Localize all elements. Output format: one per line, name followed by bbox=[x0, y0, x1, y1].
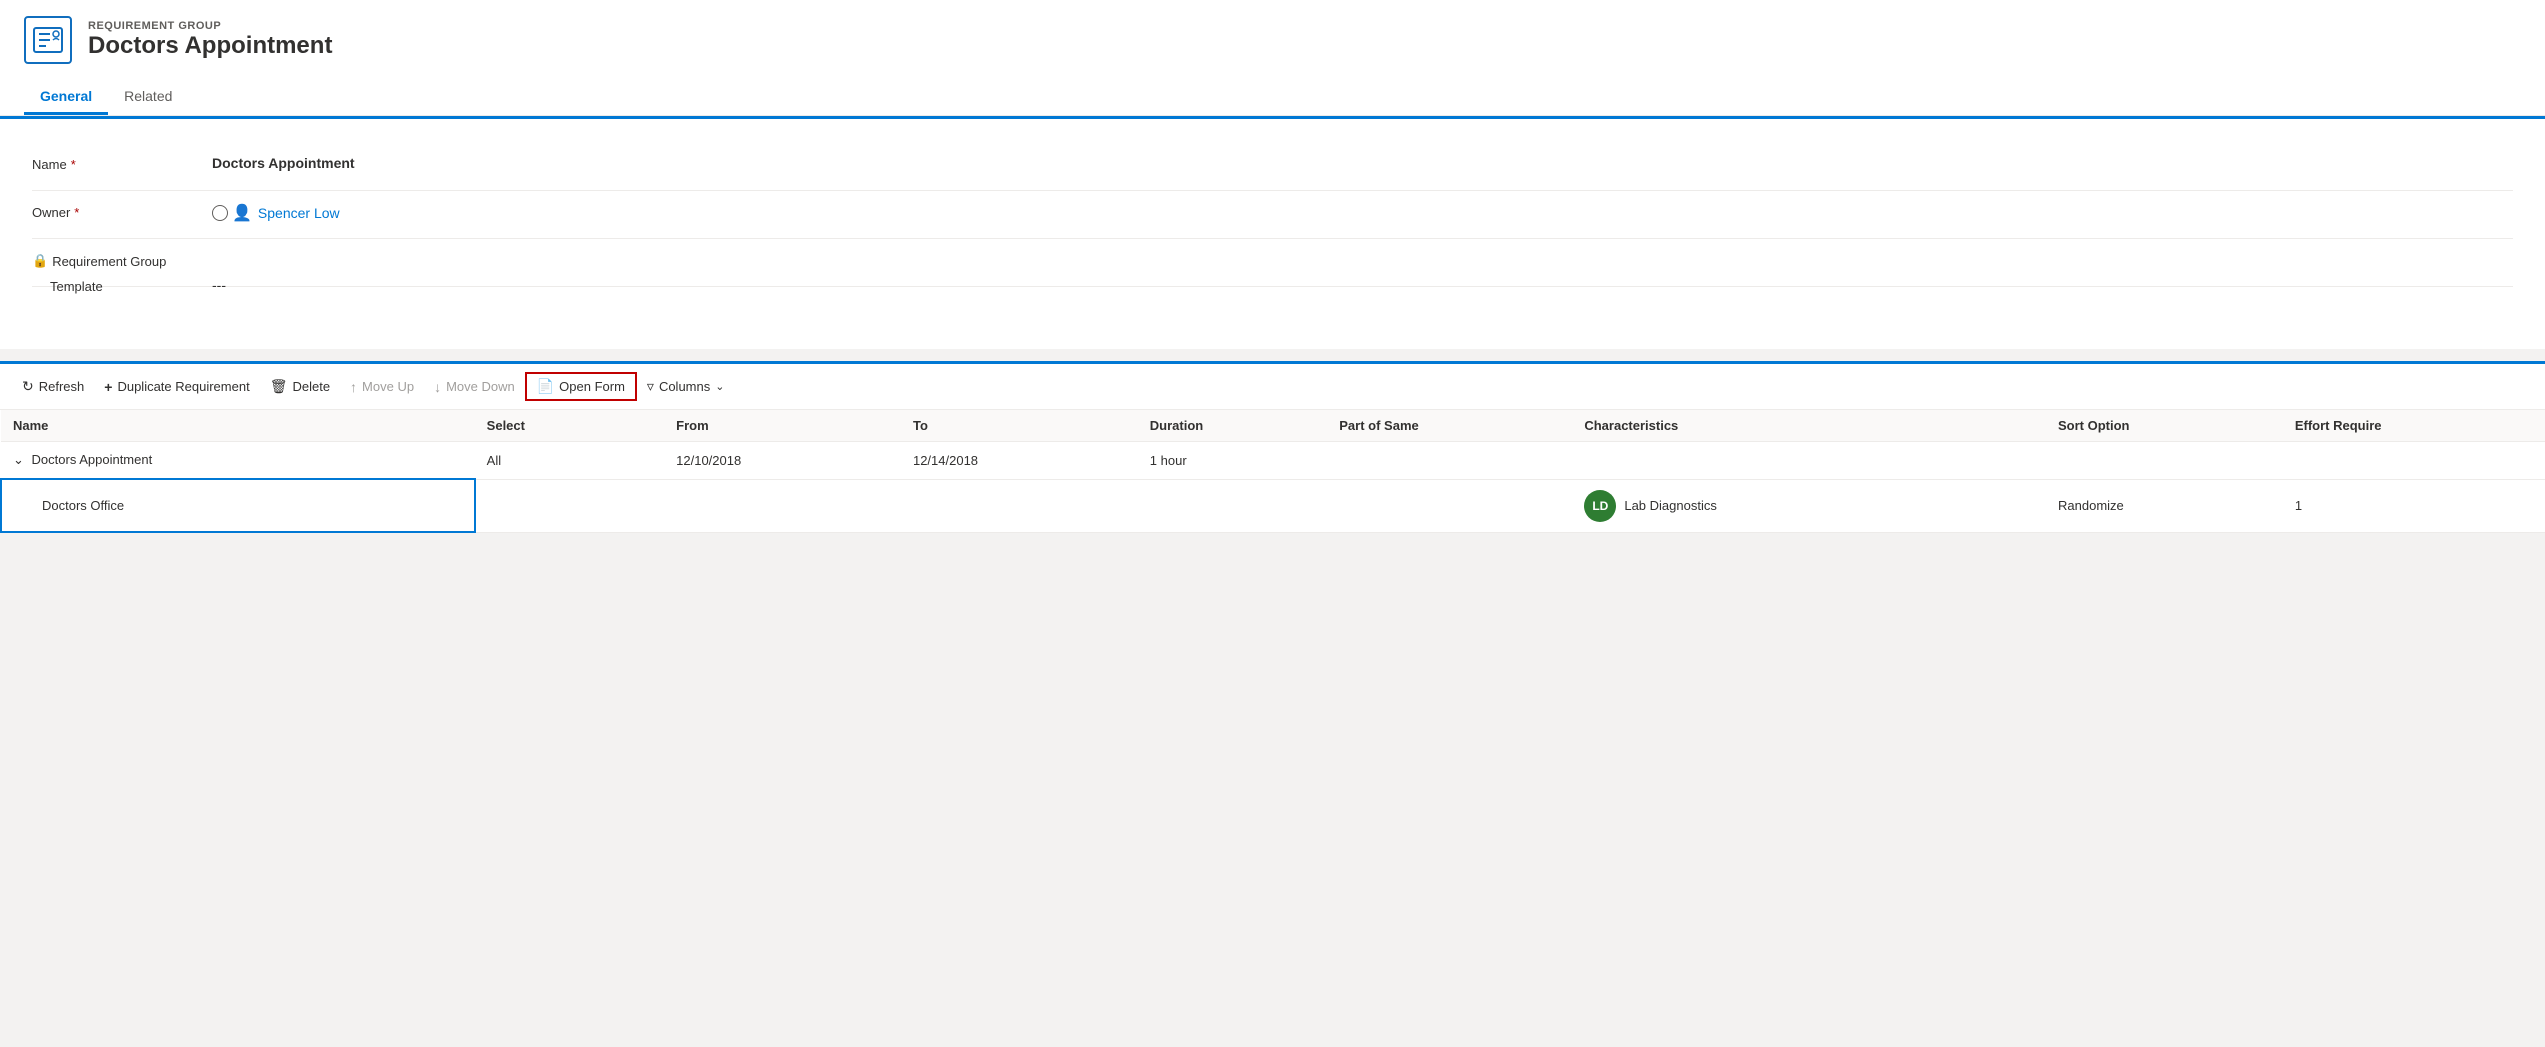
table-row[interactable]: ⌄ Doctors Appointment All 12/10/2018 12/… bbox=[1, 442, 2545, 480]
cell-characteristics-row1 bbox=[1572, 442, 2046, 480]
cell-characteristics-row2: LD Lab Diagnostics bbox=[1572, 479, 2046, 532]
header-top: REQUIREMENT GROUP Doctors Appointment bbox=[24, 16, 2521, 72]
cell-effort-row2: 1 bbox=[2283, 479, 2545, 532]
cell-name-row2: Doctors Office bbox=[1, 479, 475, 532]
cell-sort-row2: Randomize bbox=[2046, 479, 2283, 532]
field-name: Name * Doctors Appointment bbox=[32, 143, 2513, 191]
col-header-from: From bbox=[664, 410, 901, 442]
duplicate-requirement-button[interactable]: + Duplicate Requirement bbox=[94, 373, 259, 401]
cell-select-row1: All bbox=[475, 442, 664, 480]
grid-section: ↻ Refresh + Duplicate Requirement 🗑 Dele… bbox=[0, 361, 2545, 533]
chevron-icon: ⌄ bbox=[13, 452, 24, 467]
field-label-template2: Template bbox=[32, 277, 212, 294]
header-title: Doctors Appointment bbox=[88, 32, 332, 60]
table-row[interactable]: Doctors Office LD Lab Diagnostics Random… bbox=[1, 479, 2545, 532]
col-header-sort: Sort Option bbox=[2046, 410, 2283, 442]
owner-link[interactable]: Spencer Low bbox=[258, 205, 340, 221]
refresh-icon: ↻ bbox=[22, 378, 34, 395]
tabs-bar: General Related bbox=[24, 80, 2521, 115]
field-value-name[interactable]: Doctors Appointment bbox=[212, 155, 2513, 171]
data-table: Name Select From To Duration Part of Sam… bbox=[0, 410, 2545, 533]
cell-from-row2 bbox=[664, 479, 901, 532]
cell-duration-row1: 1 hour bbox=[1138, 442, 1327, 480]
cell-effort-row1 bbox=[2283, 442, 2545, 480]
tab-general[interactable]: General bbox=[24, 80, 108, 115]
trash-icon: 🗑 bbox=[270, 378, 288, 395]
required-star-name: * bbox=[71, 157, 76, 172]
required-star-owner: * bbox=[74, 205, 79, 220]
col-header-select: Select bbox=[475, 410, 664, 442]
move-up-button[interactable]: ↑ Move Up bbox=[340, 373, 424, 401]
cell-part-of-same-row2 bbox=[1327, 479, 1572, 532]
person-icon: 👤 bbox=[232, 203, 252, 223]
form-icon: 📄 bbox=[537, 378, 554, 395]
avatar-ld: LD bbox=[1584, 490, 1616, 522]
open-form-button[interactable]: 📄 Open Form bbox=[525, 372, 637, 401]
chevron-down-icon: ⌄ bbox=[715, 380, 724, 393]
col-header-name: Name bbox=[1, 410, 475, 442]
characteristics-cell: LD Lab Diagnostics bbox=[1584, 490, 2034, 522]
field-label-owner: Owner * bbox=[32, 203, 212, 220]
col-header-part-of-same: Part of Same bbox=[1327, 410, 1572, 442]
move-down-button[interactable]: ↓ Move Down bbox=[424, 373, 525, 401]
field-label-name: Name * bbox=[32, 155, 212, 172]
field-value-template-dash: --- bbox=[212, 277, 2513, 293]
cell-sort-row1 bbox=[2046, 442, 2283, 480]
arrow-up-icon: ↑ bbox=[350, 379, 357, 395]
table-body: ⌄ Doctors Appointment All 12/10/2018 12/… bbox=[1, 442, 2545, 533]
field-label-template: 🔒 Requirement Group bbox=[32, 251, 212, 269]
header-subtitle: REQUIREMENT GROUP bbox=[88, 20, 332, 32]
circle-icon bbox=[212, 205, 228, 221]
col-header-to: To bbox=[901, 410, 1138, 442]
cell-part-of-same-row1 bbox=[1327, 442, 1572, 480]
filter-icon: ▿ bbox=[647, 378, 654, 395]
field-template-row2: Template --- bbox=[32, 277, 2513, 325]
arrow-down-icon: ↓ bbox=[434, 379, 441, 395]
header-icon bbox=[24, 16, 72, 64]
header-text: REQUIREMENT GROUP Doctors Appointment bbox=[88, 20, 332, 60]
tab-related[interactable]: Related bbox=[108, 80, 188, 115]
header-section: REQUIREMENT GROUP Doctors Appointment Ge… bbox=[0, 0, 2545, 116]
owner-icons: 👤 bbox=[212, 203, 252, 223]
form-section: Name * Doctors Appointment Owner * 👤 Spe… bbox=[0, 116, 2545, 349]
table-header: Name Select From To Duration Part of Sam… bbox=[1, 410, 2545, 442]
cell-to-row1: 12/14/2018 bbox=[901, 442, 1138, 480]
col-header-characteristics: Characteristics bbox=[1572, 410, 2046, 442]
refresh-button[interactable]: ↻ Refresh bbox=[12, 372, 94, 401]
toolbar: ↻ Refresh + Duplicate Requirement 🗑 Dele… bbox=[0, 364, 2545, 410]
delete-button[interactable]: 🗑 Delete bbox=[260, 372, 340, 401]
col-header-duration: Duration bbox=[1138, 410, 1327, 442]
columns-button[interactable]: ▿ Columns ⌄ bbox=[637, 372, 735, 401]
cell-to-row2 bbox=[901, 479, 1138, 532]
cell-duration-row2 bbox=[1138, 479, 1327, 532]
cell-select-row2 bbox=[475, 479, 664, 532]
field-value-owner: 👤 Spencer Low bbox=[212, 203, 2513, 223]
characteristics-label: Lab Diagnostics bbox=[1624, 498, 1717, 513]
col-header-effort: Effort Require bbox=[2283, 410, 2545, 442]
cell-name-row1: ⌄ Doctors Appointment bbox=[1, 442, 475, 480]
lock-icon: 🔒 bbox=[32, 253, 48, 269]
field-owner: Owner * 👤 Spencer Low bbox=[32, 191, 2513, 239]
cell-from-row1: 12/10/2018 bbox=[664, 442, 901, 480]
plus-icon: + bbox=[104, 379, 112, 395]
